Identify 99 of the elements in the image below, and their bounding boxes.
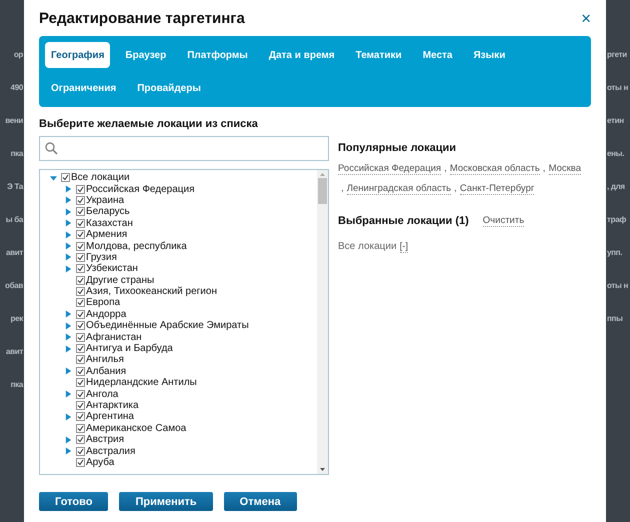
action-button[interactable]: Применить (119, 492, 213, 511)
checkbox[interactable] (76, 310, 85, 319)
background-text: траф (606, 215, 628, 224)
checkbox[interactable] (76, 424, 85, 433)
location-link[interactable]: Московская область (450, 163, 540, 175)
background-text: ппы (606, 314, 624, 323)
checkbox[interactable] (76, 401, 85, 410)
checkbox[interactable] (76, 252, 85, 262)
tree-item[interactable]: Узбекистан (86, 263, 138, 274)
checkbox[interactable] (76, 321, 85, 330)
location-link[interactable]: Санкт-Петербург (460, 183, 534, 195)
expand-arrow-icon[interactable] (65, 412, 72, 421)
action-button[interactable]: Отмена (224, 492, 297, 511)
tree-item[interactable]: Американское Самоа (86, 422, 186, 434)
checkbox[interactable] (76, 412, 85, 422)
checkbox[interactable] (76, 287, 85, 296)
tree-item[interactable]: Грузия (86, 252, 117, 263)
background-text: упп. (606, 248, 624, 257)
background-text: пка (10, 380, 24, 389)
checkbox[interactable] (76, 355, 85, 364)
close-button[interactable]: × (581, 10, 591, 26)
tree-item[interactable]: Украина (86, 194, 124, 206)
expand-arrow-icon[interactable] (65, 390, 72, 398)
selected-location: Все локации (338, 241, 397, 253)
checkbox[interactable] (76, 218, 85, 228)
checkbox[interactable] (76, 446, 85, 456)
tree-item[interactable]: Другие страны (86, 274, 154, 286)
tree-item[interactable]: Андорра (86, 308, 126, 320)
expand-arrow-icon[interactable] (65, 367, 72, 376)
checkbox[interactable] (76, 184, 85, 194)
background-text: етин (606, 116, 625, 125)
tree-item[interactable]: Азия, Тихоокеанский регион (86, 286, 217, 298)
checkbox[interactable] (76, 458, 85, 467)
tree-item[interactable]: Албания (86, 366, 126, 377)
tree-item[interactable]: Аргентина (86, 411, 134, 422)
tree-item[interactable]: Российская Федерация (86, 184, 195, 195)
tree-item[interactable]: Молдова, республика (86, 240, 187, 252)
checkbox[interactable] (61, 173, 70, 182)
dialog-title: Редактирование таргетинга (39, 10, 245, 26)
remove-link[interactable]: [-] (400, 241, 408, 253)
background-text: авит (4, 347, 24, 356)
tree-item[interactable]: Армения (86, 229, 128, 240)
search-field[interactable] (39, 136, 329, 161)
separator-text: , (542, 163, 546, 175)
background-text: обав (4, 281, 24, 290)
section-heading: Популярные локации (338, 142, 458, 154)
background-text: , для (606, 182, 626, 191)
background-text: рек (10, 314, 24, 323)
tree-item[interactable]: Ангола (86, 388, 118, 400)
checkbox[interactable] (76, 196, 85, 205)
scrollbar-thumb[interactable] (318, 178, 327, 204)
tree-item[interactable]: Объединённые Арабские Эмираты (86, 320, 249, 332)
clear-link[interactable]: Очистить (482, 215, 524, 227)
tree-item[interactable]: Все локации (71, 172, 130, 184)
background-text: ы ба (4, 215, 24, 224)
tree-item[interactable]: Антигуа и Барбуда (86, 343, 173, 354)
background-text: вени (4, 116, 24, 125)
background-text: пка (10, 149, 24, 158)
search-icon (45, 142, 58, 155)
location-link[interactable]: Москва (548, 163, 581, 175)
checkbox[interactable] (76, 366, 85, 376)
tree-item[interactable]: Казахстан (86, 218, 133, 229)
checkbox[interactable] (76, 435, 85, 444)
checkbox[interactable] (76, 378, 85, 388)
checkbox[interactable] (76, 332, 85, 342)
location-link[interactable]: Ленинградская область (346, 183, 452, 195)
tree-item[interactable]: Аруба (86, 456, 114, 468)
tree-item[interactable]: Австралия (86, 446, 136, 457)
background-text: оты н (606, 281, 629, 290)
tree-item[interactable]: Беларусь (86, 206, 130, 218)
instruction-text: Выберите желаемые локации из списка (39, 118, 259, 130)
separator-text: , (341, 183, 344, 195)
checkbox[interactable] (76, 264, 85, 274)
checkbox[interactable] (76, 276, 85, 285)
tree-item[interactable]: Австрия (86, 434, 124, 446)
checkbox[interactable] (76, 298, 85, 308)
tree-item[interactable]: Антарктика (86, 400, 139, 411)
background-text: ргети (606, 50, 628, 59)
background-text: авит (4, 248, 24, 257)
tab[interactable]: География (45, 42, 110, 68)
tree-item[interactable]: Ангилья (86, 354, 124, 366)
checkbox[interactable] (76, 230, 85, 240)
location-link[interactable]: Российская Федерация (338, 163, 442, 175)
checkbox[interactable] (76, 344, 85, 354)
separator-text: , (444, 163, 447, 175)
checkbox[interactable] (76, 242, 85, 251)
action-button[interactable]: Готово (39, 492, 108, 511)
background-text: оты н (606, 83, 629, 92)
tree-item[interactable]: Афганистан (86, 332, 142, 343)
background-text: op (12, 50, 24, 59)
checkbox[interactable] (76, 390, 85, 399)
background-text: 490 (10, 83, 24, 92)
section-heading: Выбранные локации (1) (338, 215, 469, 227)
background-text: Э Та (6, 182, 24, 191)
checkbox[interactable] (76, 207, 85, 216)
separator-text: , (454, 183, 457, 195)
background-text: ены. (606, 149, 626, 158)
tree-item[interactable]: Европа (86, 297, 120, 308)
tree-item[interactable]: Нидерландские Антилы (86, 377, 197, 388)
